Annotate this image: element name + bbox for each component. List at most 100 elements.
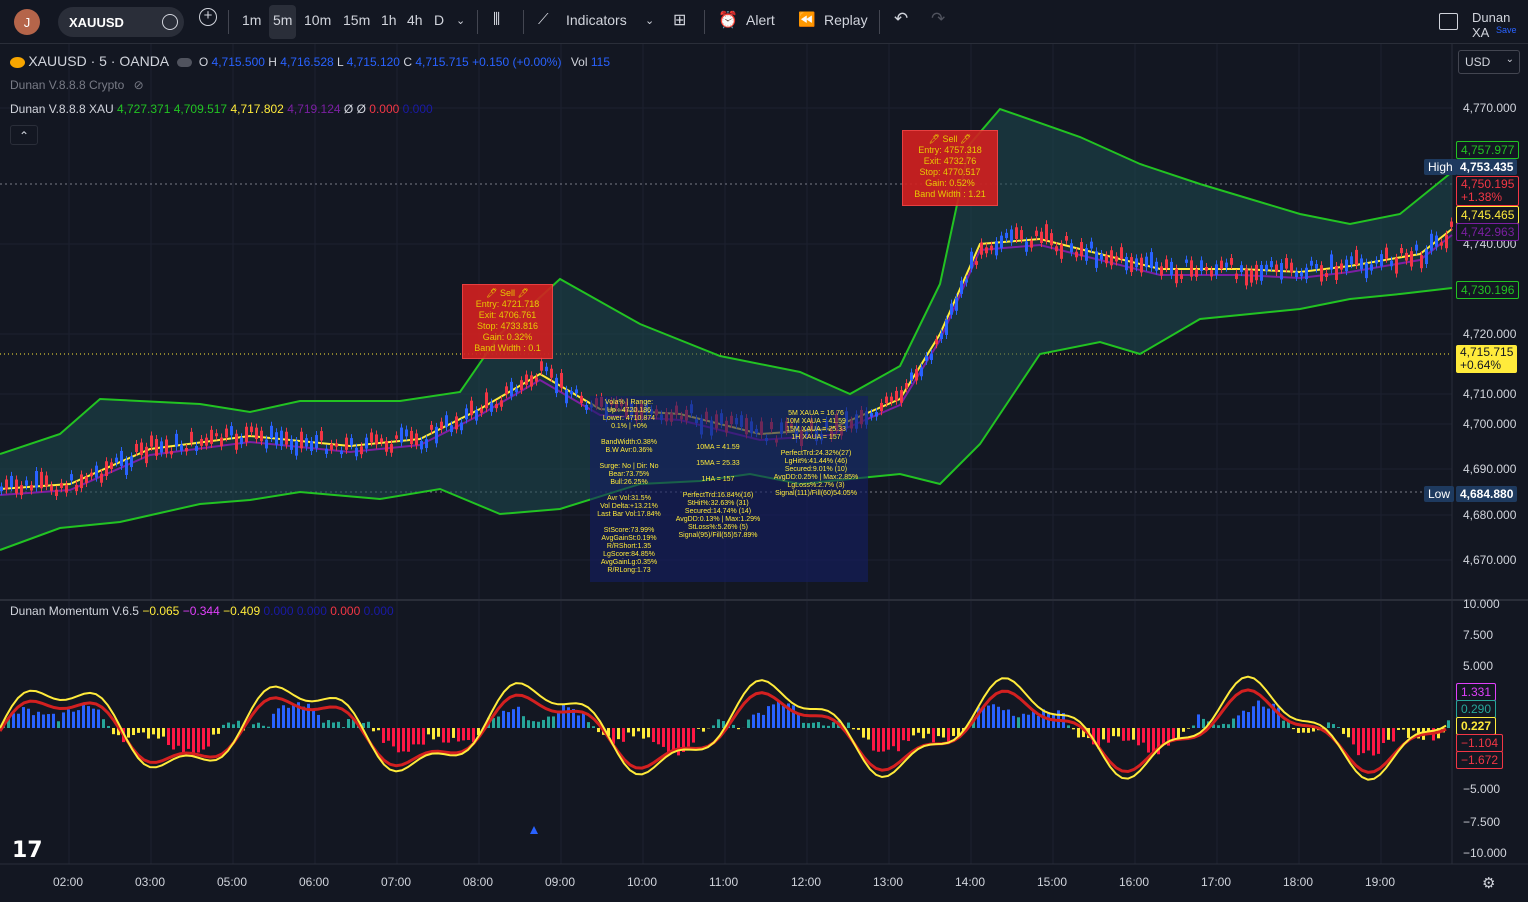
candle-body [1310, 260, 1313, 266]
price-axis-label: 4,770.000 [1463, 101, 1517, 115]
momentum-histogram-bar [37, 711, 40, 728]
redo-icon[interactable]: ↷ [931, 9, 945, 29]
momentum-histogram-bar [792, 705, 795, 728]
sell-signal-box: 🖊 Sell 🖊 Entry: 4757.318 Exit: 4732.76 S… [902, 130, 998, 206]
candle-body [30, 485, 33, 491]
candle-body [225, 428, 228, 438]
candle-body [1060, 244, 1063, 259]
candle-body [940, 333, 943, 340]
momentum-histogram-bar [1242, 710, 1245, 728]
indicators-button[interactable]: Indicators [566, 12, 627, 28]
momentum-histogram-bar [772, 704, 775, 728]
indicator2-legend[interactable]: Dunan V.8.8.8 XAU 4,727.371 4,709.517 4,… [10, 102, 433, 116]
momentum-histogram-bar [747, 719, 750, 728]
candle-type-icon[interactable]: ⫴ [493, 10, 500, 30]
indicator1-legend[interactable]: Dunan V.8.8.8 Crypto ⊘ [10, 78, 144, 92]
momentum-legend[interactable]: Dunan Momentum V.6.5 −0.065 −0.344 −0.40… [10, 604, 394, 618]
interval-5m[interactable]: 5m [273, 12, 292, 28]
info-line: Secured:9.01% (10) [784, 466, 848, 473]
high-value-tag: 4,753.435 [1456, 159, 1518, 175]
momentum-histogram-bar [87, 706, 90, 728]
momentum-histogram-bar [1257, 700, 1260, 728]
momentum-histogram-bar [952, 728, 955, 736]
interval-15m[interactable]: 15m [343, 12, 370, 28]
momentum-histogram-bar [422, 728, 425, 745]
alert-button[interactable]: Alert [746, 12, 775, 28]
candle-body [885, 396, 888, 404]
momentum-histogram-bar [1142, 728, 1145, 743]
info-line: 1H XAUA = 157 [791, 434, 841, 441]
info-line: LgScore:84.85% [603, 551, 655, 558]
candle-body [975, 261, 978, 265]
undo-icon[interactable]: ↶ [894, 9, 908, 29]
momentum-histogram-bar [1302, 728, 1305, 733]
interval-1h[interactable]: 1h [381, 12, 397, 28]
interval-d[interactable]: D [434, 12, 444, 28]
momentum-histogram-bar [1122, 728, 1125, 741]
momentum-histogram-bar [912, 728, 915, 736]
momentum-histogram-bar [467, 728, 470, 741]
momentum-histogram-bar [1022, 713, 1025, 728]
layout-grid-icon[interactable]: ⊞ [673, 10, 686, 30]
tradingview-logo[interactable]: 17 [12, 838, 43, 863]
momentum-histogram-bar [732, 724, 735, 728]
candle-body [260, 430, 263, 442]
symbol-search[interactable]: XAUUSD [58, 7, 184, 37]
momentum-histogram-bar [397, 728, 400, 753]
candle-body [1110, 250, 1113, 266]
candle-body [410, 430, 413, 445]
candle-body [1230, 258, 1233, 265]
candle-body [65, 484, 68, 493]
chevron-down-icon[interactable]: ⌄ [645, 14, 654, 27]
chart-area[interactable]: XAUUSD · 5 · OANDA O 4,715.500 H 4,716.5… [0, 44, 1528, 902]
momentum-histogram-bar [227, 722, 230, 728]
candle-body [330, 443, 333, 450]
user-avatar[interactable]: J [14, 9, 40, 35]
info-line: AvgDD:0.25% | Max:2.85% [773, 474, 859, 481]
momentum-value: −0.344 [182, 604, 220, 618]
candle-body [415, 433, 418, 446]
interval-1m[interactable]: 1m [242, 12, 261, 28]
candle-body [1145, 256, 1148, 268]
candle-body [535, 377, 538, 382]
yellow-tag: 4,745.465 [1456, 206, 1520, 224]
chevron-down-icon[interactable]: ⌄ [456, 14, 465, 27]
collapse-legend-button[interactable]: ⌃ [10, 125, 38, 145]
info-line: PerfectTrd:16.84%(16) [682, 492, 754, 499]
momentum-histogram-bar [697, 728, 700, 729]
info-line: BandWidth:0.38% [600, 439, 658, 446]
symbol-title[interactable]: XAUUSD · 5 · OANDA [28, 53, 169, 69]
momentum-histogram-bar [632, 728, 635, 737]
save-label[interactable]: Save [1496, 25, 1517, 35]
candle-body [250, 426, 253, 433]
momentum-histogram-bar [132, 728, 135, 736]
search-icon [162, 14, 178, 30]
candle-body [165, 439, 168, 454]
momentum-histogram-bar [282, 705, 285, 728]
momentum-histogram-bar [262, 725, 265, 728]
info-line: Signal(95)/Fill(55)57.89% [678, 532, 758, 539]
candle-body [405, 429, 408, 437]
candle-body [265, 439, 268, 449]
compare-symbol-icon[interactable]: + [199, 8, 217, 26]
momentum-histogram-bar [817, 722, 820, 728]
top-toolbar: J XAUUSD + 1m 5m 10m 15m 1h 4h D ⌄ ⫴ ⟋ I… [0, 0, 1528, 44]
momentum-histogram-bar [287, 707, 290, 728]
momentum-histogram-bar [217, 728, 220, 734]
candle-body [170, 451, 173, 455]
replay-button[interactable]: Replay [824, 12, 868, 28]
candle-body [180, 444, 183, 451]
momentum-histogram-bar [537, 721, 540, 728]
candle-body [445, 415, 448, 427]
interval-10m[interactable]: 10m [304, 12, 331, 28]
interval-4h[interactable]: 4h [407, 12, 423, 28]
momentum-histogram-bar [372, 728, 375, 732]
hidden-eye-icon[interactable]: ⊘ [134, 78, 144, 92]
momentum-value: 0.000 [296, 604, 327, 618]
momentum-histogram-bar [627, 728, 630, 733]
candle-body [1155, 261, 1158, 271]
layout-icon[interactable] [1439, 13, 1458, 30]
candle-body [560, 372, 563, 388]
settings-gear-icon[interactable]: ⚙ [1482, 874, 1495, 892]
currency-select[interactable]: USD ⌄ [1458, 50, 1520, 74]
